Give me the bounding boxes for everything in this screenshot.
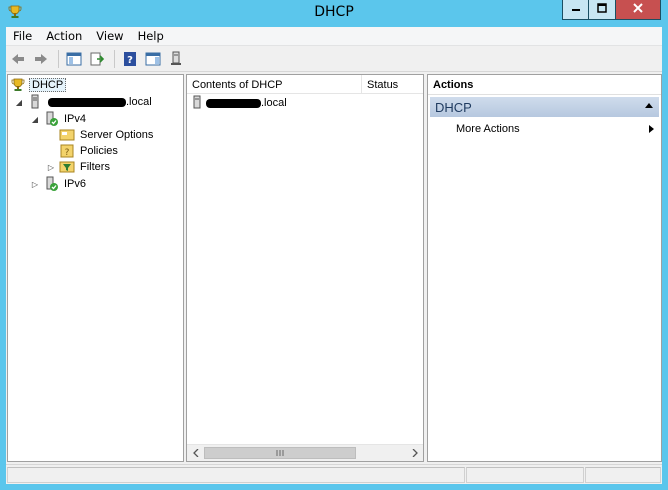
back-arrow-icon[interactable]	[9, 50, 27, 68]
properties-pane-icon[interactable]	[144, 50, 162, 68]
title-bar[interactable]: DHCP	[0, 0, 668, 26]
list-header: Contents of DHCP Status	[187, 75, 423, 94]
menu-action[interactable]: Action	[39, 29, 89, 43]
actions-header: Actions	[428, 75, 661, 95]
console-tree-pane[interactable]: DHCP ◢ .local ◢ IPv4 Server Options ? Po…	[7, 74, 184, 462]
server-domain-suffix: .local	[126, 96, 152, 108]
server-icon	[27, 94, 43, 110]
action-more-actions[interactable]: More Actions	[456, 121, 656, 137]
actions-group-label: DHCP	[435, 99, 472, 115]
redacted-hostname	[206, 98, 261, 108]
maximize-button[interactable]	[589, 0, 616, 20]
tree-label-dhcp: DHCP	[29, 78, 67, 92]
column-header-contents[interactable]: Contents of DHCP	[187, 75, 362, 94]
minimize-icon	[571, 3, 581, 16]
menu-help[interactable]: Help	[131, 29, 171, 43]
collapse-up-icon[interactable]	[645, 103, 653, 108]
collapsed-arrow-icon[interactable]: ▷	[30, 180, 40, 189]
toolbar-separator	[114, 49, 115, 68]
toolbar: ?	[6, 46, 662, 72]
show-hide-tree-icon[interactable]	[65, 50, 83, 68]
tree-node-server[interactable]: ◢ .local	[14, 94, 154, 110]
results-pane[interactable]: Contents of DHCP Status .local	[186, 74, 424, 462]
maximize-icon	[597, 3, 607, 16]
column-header-status[interactable]: Status	[362, 75, 422, 94]
tree-label-server-options: Server Options	[80, 129, 154, 141]
forward-arrow-icon[interactable]	[32, 50, 50, 68]
tree-label-ipv4: IPv4	[64, 113, 87, 125]
horizontal-scrollbar[interactable]	[187, 444, 423, 461]
status-bar	[6, 464, 662, 484]
mmc-client-area: File Action View Help ? DHCP ◢ .local ◢ …	[6, 27, 662, 484]
server-options-icon	[59, 127, 75, 143]
menu-view[interactable]: View	[89, 29, 130, 43]
actions-group-dhcp[interactable]: DHCP	[430, 97, 659, 117]
close-button[interactable]	[616, 0, 661, 20]
tree-node-server-options[interactable]: Server Options	[59, 127, 155, 143]
list-item-label: .local	[261, 97, 287, 109]
tree-node-dhcp[interactable]: DHCP	[10, 77, 67, 93]
tree-node-ipv6[interactable]: ▷ IPv6	[30, 176, 88, 192]
status-segment	[466, 467, 584, 483]
ipv6-server-icon	[43, 176, 59, 192]
expanded-arrow-icon[interactable]: ◢	[30, 115, 40, 124]
ipv4-server-icon	[43, 111, 59, 127]
submenu-arrow-icon	[649, 125, 654, 133]
scroll-left-arrow-icon[interactable]	[187, 445, 204, 461]
close-icon	[633, 3, 643, 16]
window-controls	[562, 0, 661, 20]
menu-file[interactable]: File	[6, 29, 39, 43]
dhcp-trophy-icon	[10, 77, 26, 93]
policies-icon: ?	[59, 143, 75, 159]
scrollbar-thumb[interactable]	[204, 447, 356, 459]
dhcp-window: DHCP File Action View Help ? DHCP ◢ .loc…	[0, 0, 668, 490]
expanded-arrow-icon[interactable]: ◢	[14, 98, 24, 107]
server-icon[interactable]	[167, 50, 185, 68]
tree-node-ipv4[interactable]: ◢ IPv4	[30, 111, 88, 127]
svg-text:?: ?	[65, 148, 70, 158]
help-icon[interactable]: ?	[121, 50, 139, 68]
list-item-server[interactable]: .local	[192, 95, 287, 111]
tree-label-policies: Policies	[80, 145, 118, 157]
filters-icon	[59, 159, 75, 175]
scroll-right-arrow-icon[interactable]	[406, 445, 423, 461]
action-label: More Actions	[456, 123, 520, 135]
tree-label-server: .local	[46, 96, 154, 108]
toolbar-separator	[58, 49, 59, 68]
tree-label-filters: Filters	[80, 161, 110, 173]
tree-label-ipv6: IPv6	[64, 178, 87, 190]
export-list-icon[interactable]	[88, 50, 106, 68]
menu-bar: File Action View Help	[6, 27, 662, 46]
tree-node-policies[interactable]: ? Policies	[59, 143, 120, 159]
minimize-button[interactable]	[562, 0, 589, 20]
status-segment	[585, 467, 661, 483]
actions-pane: Actions DHCP More Actions	[427, 74, 662, 462]
collapsed-arrow-icon[interactable]: ▷	[46, 163, 56, 172]
redacted-hostname	[48, 97, 126, 107]
server-icon	[192, 95, 202, 112]
status-segment	[7, 467, 465, 483]
tree-node-filters[interactable]: ▷ Filters	[46, 159, 112, 175]
svg-text:?: ?	[127, 55, 133, 66]
